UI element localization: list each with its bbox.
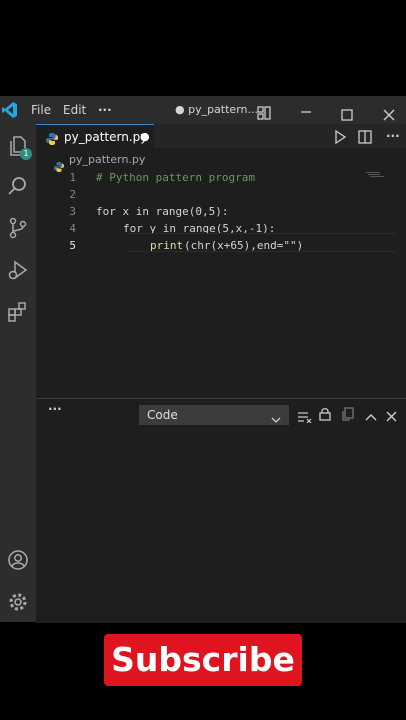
output-panel: ··· Code [36, 398, 406, 623]
close-icon[interactable] [383, 103, 395, 121]
menu-file[interactable]: File [31, 96, 51, 124]
panel-close-icon[interactable] [386, 407, 397, 426]
code-line-5: (chr(x+65),end="") [184, 239, 304, 252]
layout-icon[interactable] [257, 102, 271, 120]
chevron-up-icon[interactable] [365, 407, 377, 426]
screen: { "menu": { "file": "File", "edit": "Edi… [0, 0, 406, 720]
line-number: 5 [69, 239, 76, 252]
lock-icon[interactable] [319, 406, 331, 425]
line-number: 4 [69, 222, 76, 235]
files-icon[interactable]: 1 [4, 132, 32, 160]
python-file-icon [46, 130, 58, 149]
output-source-select[interactable]: Code [139, 405, 289, 425]
activity-bar: 1 [0, 124, 36, 622]
code-line-3: for x in range(0,5): [96, 205, 229, 218]
chevron-down-icon [271, 410, 281, 429]
run-icon[interactable] [334, 129, 347, 148]
code-comment: # Python pattern program [96, 171, 255, 184]
panel-more[interactable]: ··· [48, 402, 62, 416]
extensions-icon[interactable] [4, 298, 32, 326]
minimap[interactable] [366, 171, 386, 179]
account-icon[interactable] [4, 546, 32, 574]
editor-more-icon[interactable]: ··· [386, 124, 400, 148]
output-source-value: Code [147, 408, 178, 422]
subscribe-button[interactable]: Subscribe [104, 634, 302, 686]
source-control-icon[interactable] [4, 214, 32, 242]
tab-py-pattern[interactable]: py_pattern.py ● [36, 124, 154, 148]
code-print-keyword: print [150, 239, 184, 252]
window-title: ● py_pattern... [175, 103, 258, 116]
unsaved-dot[interactable]: ● [140, 125, 150, 149]
clear-output-icon[interactable] [298, 408, 312, 427]
code-line-4: for y in range(5,x,-1): [123, 222, 276, 235]
title-bar: File Edit ··· ● py_pattern... [0, 96, 406, 124]
settings-gear-icon[interactable] [4, 588, 32, 616]
copy-icon[interactable] [342, 406, 354, 425]
editor-tab-bar: py_pattern.py ● ··· [36, 124, 406, 148]
explorer-badge: 1 [20, 148, 32, 160]
tab-label: py_pattern.py [64, 130, 148, 144]
breadcrumb[interactable]: py_pattern.py [69, 153, 145, 166]
minimize-icon[interactable] [300, 102, 312, 118]
maximize-icon[interactable] [341, 103, 353, 121]
vscode-window: File Edit ··· ● py_pattern... 1 py_patte… [0, 96, 406, 623]
menu-edit[interactable]: Edit [63, 96, 86, 124]
line-number: 1 [69, 171, 76, 184]
vscode-logo-icon [2, 101, 18, 119]
line-number: 3 [69, 205, 76, 218]
line-number: 2 [69, 188, 76, 201]
split-editor-icon[interactable] [358, 129, 372, 148]
search-icon[interactable] [4, 172, 32, 200]
run-debug-icon[interactable] [4, 256, 32, 284]
menu-more[interactable]: ··· [98, 96, 112, 124]
code-editor[interactable]: py_pattern.py 1 2 3 4 5 # Python pattern… [36, 148, 406, 396]
